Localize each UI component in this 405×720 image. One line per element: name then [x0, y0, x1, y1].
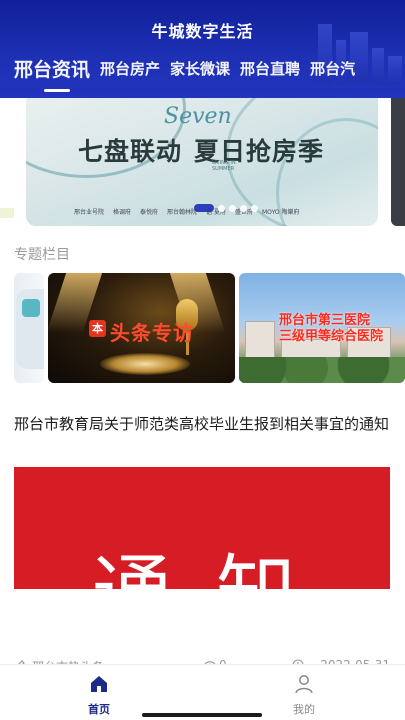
banner-subtext: LIVING IN SUMMER	[212, 160, 236, 172]
carousel-dot[interactable]	[251, 204, 258, 212]
partner-logos: 邢台业号院 格调府 泰悦府 邢台翰林院 语·夏府 盛世府 MOYO 陶樂府	[74, 207, 300, 216]
banner-headline: 七盘联动 夏日抢房季	[78, 132, 324, 168]
user-icon	[295, 675, 313, 694]
category-tabs: 邢台资讯 邢台房产 家长微课 邢台直聘 邢台汽	[14, 58, 365, 82]
app-header: 牛城数字生活 邢台资讯 邢台房产 家长微课 邢台直聘 邢台汽	[0, 0, 405, 98]
home-indicator	[142, 713, 262, 717]
app-title: 牛城数字生活	[151, 22, 254, 41]
partner-logo: MOYO 陶樂府	[262, 209, 300, 216]
notice-text: 通知	[92, 546, 340, 639]
active-tab-indicator	[44, 89, 70, 92]
partner-logo: 格调府	[113, 209, 132, 216]
article-title[interactable]: 邢台市教育局关于师范类高校毕业生报到相关事宜的通知	[14, 412, 394, 436]
partner-logo: 邢台业号院	[74, 209, 105, 216]
hospital-caption-line2: 三级甲等综合医院	[279, 329, 384, 344]
hospital-building	[245, 321, 275, 361]
banner-slide[interactable]: Seven 七盘联动 夏日抢房季 LIVING IN SUMMER 邢台业号院 格…	[26, 98, 378, 226]
next-slide-peek	[391, 98, 405, 226]
carousel-dot-active[interactable]	[194, 204, 214, 212]
person-collar	[22, 299, 40, 317]
home-icon	[91, 676, 107, 692]
topic-carousel[interactable]: 本 头条专访 邢台市第三医院 三级甲等综合医院	[14, 273, 405, 383]
stage-glow	[100, 353, 190, 375]
nav-home-label: 首页	[88, 703, 110, 716]
carousel-indicator	[194, 204, 258, 212]
carousel-dot[interactable]	[240, 204, 247, 212]
topic-card-partial[interactable]	[14, 273, 44, 383]
bottom-nav: 首页 我的	[0, 664, 405, 720]
skyline-decoration	[372, 48, 384, 84]
partner-logo: 邢台翰林院	[167, 209, 198, 216]
topic-card-interview[interactable]: 本 头条专访	[48, 273, 235, 383]
partner-logo: 泰悦府	[140, 209, 159, 216]
nav-me-label: 我的	[293, 703, 315, 716]
skyline-decoration	[388, 56, 402, 84]
topic-card-hospital[interactable]: 邢台市第三医院 三级甲等综合医院	[239, 273, 405, 383]
tab-xingtai-news[interactable]: 邢台资讯	[14, 55, 90, 82]
banner-subtext-line: SUMMER	[212, 166, 235, 172]
tab-xingtai-housing[interactable]: 邢台房产	[100, 58, 160, 82]
nav-home[interactable]: 首页	[59, 673, 139, 717]
interview-badge-icon: 本	[89, 320, 106, 337]
tab-parent-lessons[interactable]: 家长微课	[170, 58, 230, 82]
nav-me[interactable]: 我的	[264, 673, 344, 717]
prev-slide-peek	[0, 208, 14, 218]
carousel-dot[interactable]	[218, 204, 225, 212]
section-title-topics: 专题栏目	[14, 247, 70, 263]
tab-xingtai-auto[interactable]: 邢台汽	[310, 58, 355, 82]
banner-headline-part1: 七盘联动	[78, 137, 183, 166]
trees-image	[239, 357, 405, 383]
tab-xingtai-jobs[interactable]: 邢台直聘	[240, 58, 300, 82]
banner-script-word: Seven	[164, 104, 232, 129]
carousel-dot[interactable]	[229, 204, 236, 212]
banner-carousel[interactable]: Seven 七盘联动 夏日抢房季 LIVING IN SUMMER 邢台业号院 格…	[0, 98, 405, 228]
article-thumbnail[interactable]: 通知	[14, 467, 390, 642]
interview-caption: 头条专访	[110, 321, 194, 345]
